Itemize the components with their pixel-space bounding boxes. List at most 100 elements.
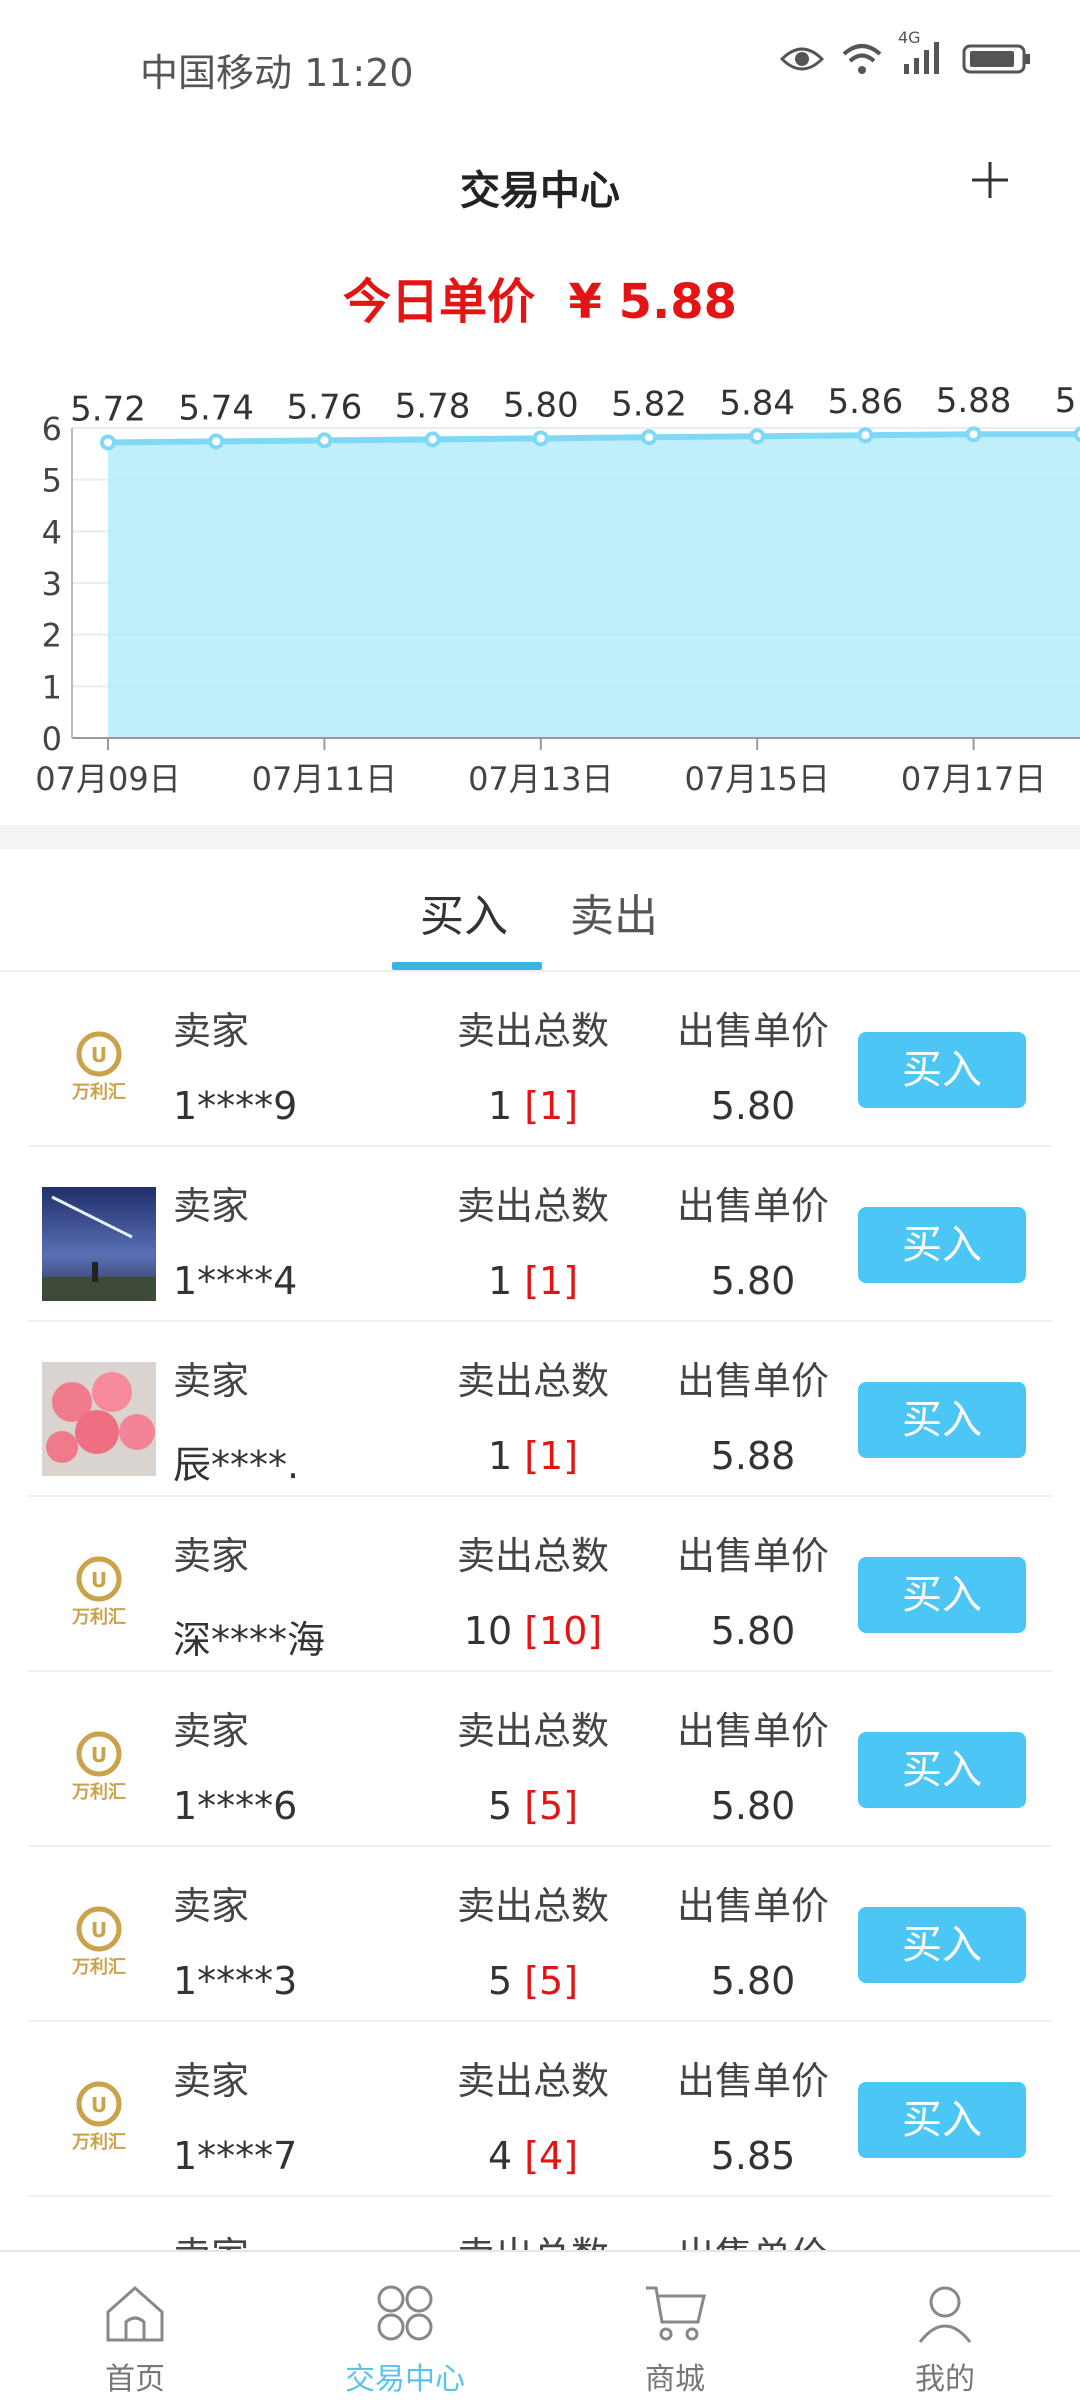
total-label: 卖出总数 [456, 1184, 609, 1228]
plus-icon [972, 162, 1008, 198]
tab-indicator [392, 962, 542, 970]
buy-button[interactable]: 买入 [858, 1907, 1026, 1983]
logo-text: 万利汇 [71, 1781, 126, 1803]
wifi-icon [842, 44, 882, 74]
unit-price: 5.80 [710, 1609, 796, 1653]
nav-shop-label: 商城 [645, 2362, 705, 2397]
seller-name: 1****7 [173, 2134, 298, 2178]
total-bracket: [10] [524, 1609, 603, 1653]
total-value: 5 [5] [423, 1959, 643, 2003]
buy-button[interactable]: 买入 [858, 1382, 1026, 1458]
data-point [857, 427, 874, 444]
total-count: 4 [487, 2134, 513, 2178]
price-label: 出售单价 [676, 1184, 829, 1228]
data-point [749, 428, 766, 445]
avatar [42, 1362, 156, 1476]
buy-button[interactable]: 买入 [858, 2082, 1026, 2158]
wanlihui-logo: U 万利汇 [71, 1906, 126, 1978]
unit-price: 5.80 [710, 1259, 796, 1303]
order-row: 卖家 卖出总数 出售单价 辰****. 1 [1] 5.88 买入 [28, 1322, 1052, 1497]
tab-sell[interactable]: 卖出 [570, 880, 658, 944]
x-tick-label: 07月17日 [901, 760, 1046, 798]
data-label: 5.74 [178, 388, 254, 428]
seller-label: 卖家 [173, 1709, 250, 1753]
seller-name: 1****3 [173, 1959, 298, 2003]
avatar: U 万利汇 [42, 1712, 156, 1826]
buy-button[interactable]: 买入 [858, 1557, 1026, 1633]
price-label: 出售单价 [643, 2225, 863, 2250]
seller-label: 卖家 [173, 1184, 250, 1228]
avatar: U 万利汇 [42, 1537, 156, 1651]
status-bar: 中国移动 11:20 4G [0, 0, 1080, 130]
data-point [1073, 426, 1080, 442]
data-label: 5.78 [395, 386, 471, 426]
tab-buy[interactable]: 买入 [420, 880, 508, 944]
seller-name: 1****9 [173, 1084, 298, 1128]
data-point [316, 432, 333, 449]
price-label: 出售单价 [676, 1359, 829, 1403]
total-label: 卖出总数 [456, 1009, 609, 1053]
nav-home[interactable]: 首页 [0, 2262, 270, 2402]
total-bracket: [4] [524, 2134, 579, 2178]
wanlihui-logo: U 万利汇 [71, 1556, 126, 1628]
unit-price: 5.80 [710, 1084, 796, 1128]
data-label: 5.82 [611, 384, 687, 424]
trade-tabs: 买入 卖出 [0, 850, 1080, 972]
total-count: 1 [487, 1259, 513, 1303]
nav-trade[interactable]: 交易中心 [270, 2262, 540, 2402]
data-label: 5.80 [503, 385, 579, 425]
order-row: U万利汇 卖家 卖出总数出售单价 [28, 2197, 1052, 2250]
unit-price: 5.80 [710, 1784, 796, 1828]
avatar-photo-night [42, 1187, 156, 1301]
total-bracket: [1] [524, 1434, 579, 1478]
grid-icon [377, 2285, 433, 2341]
y-tick-label: 2 [42, 617, 62, 655]
x-tick-label: 07月11日 [252, 760, 397, 798]
nav-mine[interactable]: 我的 [810, 2262, 1080, 2402]
nav-trade-label: 交易中心 [345, 2362, 465, 2397]
order-row: U 万利汇 卖家 卖出总数 出售单价 1****3 5 [5] 5.80 买入 [28, 1847, 1052, 2022]
network-label: 4G [898, 28, 921, 47]
total-label: 卖出总数 [423, 2225, 643, 2250]
add-button[interactable] [960, 150, 1020, 210]
price-label: 出售单价 [676, 1884, 829, 1928]
buy-button[interactable]: 买入 [858, 1207, 1026, 1283]
seller-name: 1****6 [173, 1784, 298, 1828]
price-chart-svg: 0 1 2 3 4 5 6 5.72 5.74 5.76 5.78 5.80 5.82 5.84 5.86 5… [35, 381, 1080, 798]
price-chart: 0 1 2 3 4 5 6 5.72 5.74 5.76 5.78 5.80 5.82 5.84 5.86 5… [0, 360, 1080, 820]
buy-button[interactable]: 买入 [858, 1732, 1026, 1808]
svg-text:U: U [91, 1568, 107, 1592]
logo-text: 万利汇 [71, 2131, 126, 2153]
cart-icon [646, 2286, 706, 2341]
avatar: U 万利汇 [42, 1887, 156, 2001]
section-divider [0, 825, 1080, 849]
total-bracket: [5] [524, 1959, 579, 2003]
y-tick-label: 0 [42, 720, 62, 758]
seller-label: 卖家 [173, 1359, 250, 1403]
nav-mine-label: 我的 [915, 2362, 975, 2397]
data-point [532, 430, 549, 447]
data-label: 5.88 [936, 381, 1012, 421]
svg-text:U: U [91, 1043, 107, 1067]
total-count: 10 [463, 1609, 513, 1653]
unit-price: 5.80 [710, 1959, 796, 2003]
order-list: U 万利汇 卖家 卖出总数 出售单价 1****9 1 [1] 5.80 买入 卖家 卖出总数 出售单… [0, 972, 1080, 2250]
seller-label: 卖家 [173, 1534, 250, 1578]
data-label: 5.72 [70, 389, 146, 429]
total-value: 10 [10] [423, 1609, 643, 1653]
bottom-nav: 首页 交易中心 商城 我的 [0, 2250, 1080, 2402]
total-label: 卖出总数 [456, 2059, 609, 2103]
order-row: U 万利汇 卖家 卖出总数 出售单价 1****6 5 [5] 5.80 买入 [28, 1672, 1052, 1847]
chart-area-fill [108, 434, 1080, 738]
total-label: 卖出总数 [456, 1534, 609, 1578]
data-point [208, 433, 225, 450]
avatar: U 万利汇 [42, 2062, 156, 2176]
price-label: 出售单价 [676, 1709, 829, 1753]
svg-text:U: U [91, 1918, 107, 1942]
total-count: 1 [487, 1084, 513, 1128]
total-bracket: [1] [524, 1259, 579, 1303]
order-row: 卖家 卖出总数 出售单价 1****4 1 [1] 5.80 买入 [28, 1147, 1052, 1322]
nav-shop[interactable]: 商城 [540, 2262, 810, 2402]
buy-button[interactable]: 买入 [858, 1032, 1026, 1108]
data-label: 5.86 [828, 382, 904, 422]
